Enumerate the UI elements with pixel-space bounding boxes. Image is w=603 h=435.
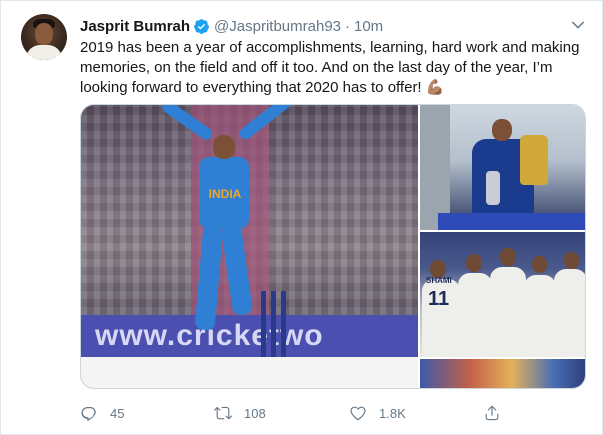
retweet-count: 108 [244,405,266,421]
share-button[interactable] [483,401,501,425]
photo-celebration[interactable]: www.cricketwo INDIA [81,105,418,388]
chevron-down-icon[interactable] [569,16,587,34]
jersey-name: SHAMI [426,276,452,285]
photo-team-huddle[interactable]: SHAMI 11 [420,232,585,357]
heart-icon [350,406,366,421]
photo-trophy[interactable] [420,105,585,230]
verified-badge-icon [194,18,209,34]
tweet-header: Jasprit Bumrah @Jaspritbumrah93 · 10m [80,16,383,36]
avatar-shirt [26,45,62,60]
photo-trophy-cup [520,135,548,185]
player-jersey-text: INDIA [208,187,242,201]
huddle-player [524,275,556,357]
author-name[interactable]: Jasprit Bumrah [80,18,190,35]
photo-crowd-strip[interactable] [420,359,585,388]
huddle-head [500,248,516,266]
huddle-head [532,256,547,273]
tweet-card[interactable]: Jasprit Bumrah @Jaspritbumrah93 · 10m 20… [0,0,603,435]
huddle-player [458,273,492,357]
retweet-icon [214,406,232,420]
like-button[interactable]: 1.8K [349,401,406,425]
header-separator: · [345,17,350,35]
retweet-button[interactable]: 108 [214,401,266,425]
huddle-player [554,269,585,357]
tweet-timestamp[interactable]: 10m [354,18,383,35]
avatar-face [35,23,53,45]
huddle-head [564,252,579,269]
share-icon [485,405,499,421]
jersey-number: 11 [428,288,450,310]
photo-bottom-strip [81,357,418,388]
author-handle[interactable]: @Jaspritbumrah93 [214,18,341,35]
photo-table [438,213,585,230]
player-head [213,135,235,159]
avatar[interactable] [21,14,67,60]
reply-icon [81,407,96,422]
reply-button[interactable]: 45 [80,401,124,425]
huddle-player [490,267,526,357]
tweet-actions: 45 108 1.8K [80,401,500,425]
photo-player-head [492,119,512,141]
media-grid: www.cricketwo INDIA SHAMI 11 [80,104,586,389]
like-count: 1.8K [379,405,406,421]
photo-trophy-small [486,171,500,205]
tweet-text: 2019 has been a year of accomplishments,… [80,39,580,96]
reply-count: 45 [110,405,125,421]
huddle-head [466,254,482,272]
photo-stumps [261,291,287,357]
photo-wall [420,105,450,230]
